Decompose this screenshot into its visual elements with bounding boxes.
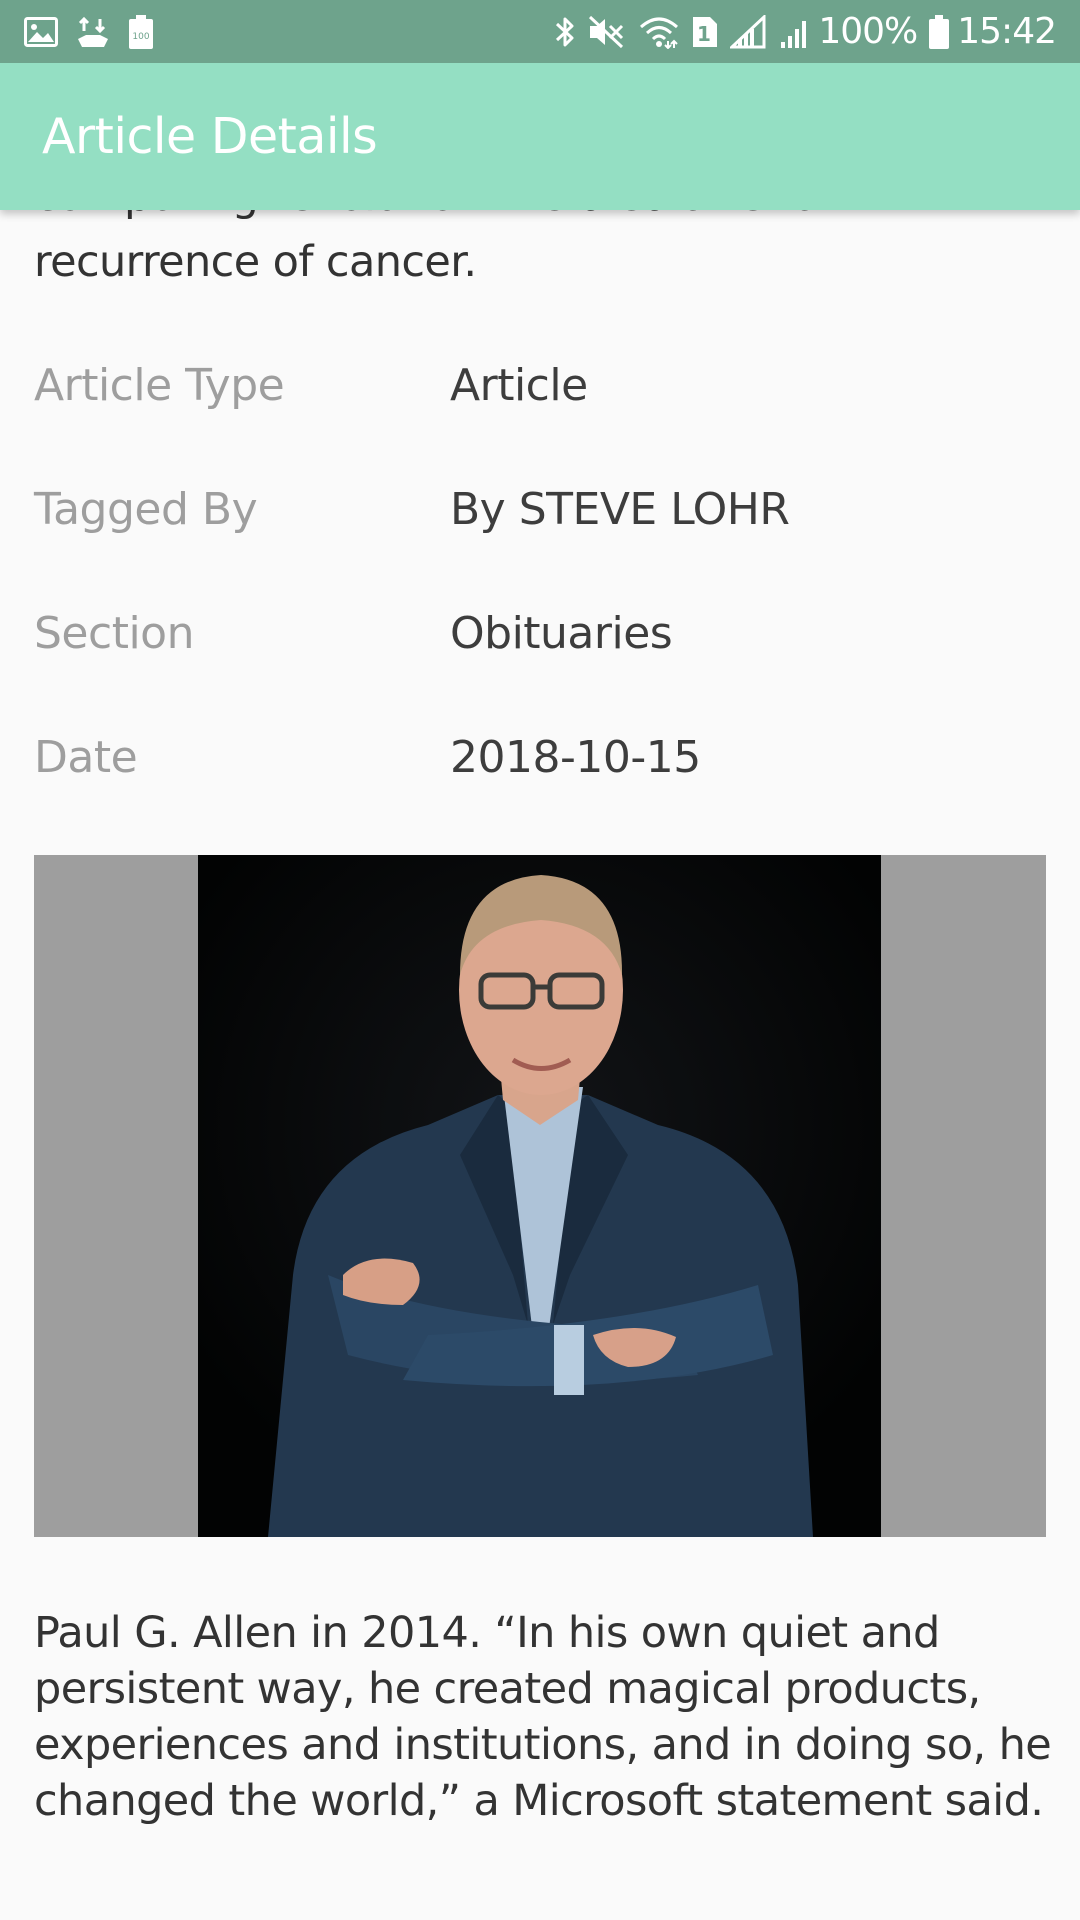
image-caption: Paul G. Allen in 2014. “In his own quiet…	[34, 1608, 1052, 1826]
wifi-icon	[640, 17, 679, 49]
tagged-by-value: By STEVE LOHR	[450, 484, 790, 535]
tagged-by-label: Tagged By	[34, 484, 258, 535]
bluetooth-icon	[556, 17, 574, 47]
mute-icon	[589, 15, 624, 49]
portrait-illustration	[198, 855, 881, 1537]
usb-transfer-icon	[78, 16, 108, 47]
sim-slot-label: 1	[697, 22, 711, 46]
battery-saver-label: 100	[132, 32, 149, 42]
signal-2-icon	[781, 21, 807, 48]
article-type-label: Article Type	[34, 360, 285, 411]
battery-saver-icon: 100	[129, 15, 153, 49]
date-label: Date	[34, 732, 138, 783]
date-value: 2018-10-15	[450, 732, 701, 783]
screen: 100 1 100% 15:42 Article Details recurre…	[0, 0, 1080, 1920]
gallery-icon	[24, 17, 58, 47]
status-bar-left: 100	[24, 14, 172, 50]
article-photo	[198, 855, 881, 1537]
clock: 15:42	[957, 11, 1057, 52]
sim-1-icon: 1	[693, 17, 718, 47]
article-summary: recurrence of cancer.	[34, 237, 477, 287]
battery-icon	[929, 15, 950, 49]
section-value: Obituaries	[450, 608, 673, 659]
section-label: Section	[34, 608, 194, 659]
article-image-frame	[34, 855, 1046, 1537]
battery-percent: 100%	[818, 11, 918, 52]
status-bar-right: 1 100% 15:42	[542, 10, 1057, 54]
article-type-value: Article	[450, 360, 588, 411]
app-bar: Article Details	[0, 63, 1080, 210]
article-content[interactable]: computing revolution. He died after a re…	[0, 0, 1080, 1920]
signal-icon	[730, 15, 766, 49]
status-bar: 100 1 100% 15:42	[0, 0, 1080, 63]
app-bar-title: Article Details	[42, 108, 378, 165]
